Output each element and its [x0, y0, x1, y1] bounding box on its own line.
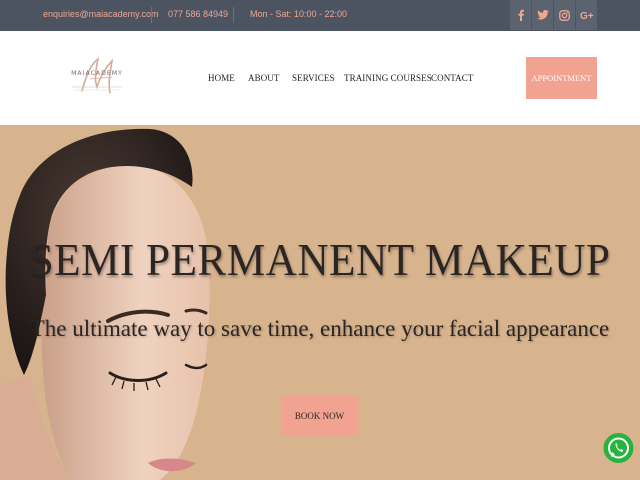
- svg-text:G+: G+: [580, 11, 594, 20]
- top-bar: enquiries@maiacademy.com 077 586 84949 M…: [0, 0, 640, 31]
- google-plus-icon[interactable]: G+: [576, 0, 597, 30]
- nav-training-courses[interactable]: TRAINING COURSES: [344, 73, 432, 83]
- site-logo[interactable]: MAIACADEMY: [64, 53, 130, 103]
- divider: [151, 7, 152, 23]
- nav-services[interactable]: SERVICES: [292, 73, 335, 83]
- site-header: MAIACADEMY HOME ABOUT SERVICES TRAINING …: [0, 31, 640, 125]
- opening-hours: Mon - Sat: 10:00 - 22:00: [250, 9, 348, 19]
- hero-title: SEMI PERMANENT MAKEUP: [29, 234, 611, 285]
- divider: [233, 7, 234, 23]
- nav-home[interactable]: HOME: [208, 73, 235, 83]
- facebook-icon[interactable]: [510, 0, 531, 30]
- instagram-icon[interactable]: [554, 0, 575, 30]
- email-link[interactable]: enquiries@maiacademy.com: [43, 9, 159, 19]
- twitter-icon[interactable]: [532, 0, 553, 30]
- hero-banner: SEMI PERMANENT MAKEUP The ultimate way t…: [0, 125, 640, 480]
- phone-link[interactable]: 077 586 84949: [168, 9, 228, 19]
- book-now-button[interactable]: BOOK NOW: [282, 396, 357, 435]
- nav-contact[interactable]: CONTACT: [431, 73, 473, 83]
- logo-text: MAIACADEMY: [71, 70, 123, 77]
- whatsapp-icon[interactable]: [603, 427, 634, 469]
- appointment-button[interactable]: APPOINTMENT: [526, 57, 597, 99]
- model-portrait-image: [0, 128, 210, 480]
- nav-about[interactable]: ABOUT: [248, 73, 280, 83]
- hero-subtitle: The ultimate way to save time, enhance y…: [30, 316, 610, 341]
